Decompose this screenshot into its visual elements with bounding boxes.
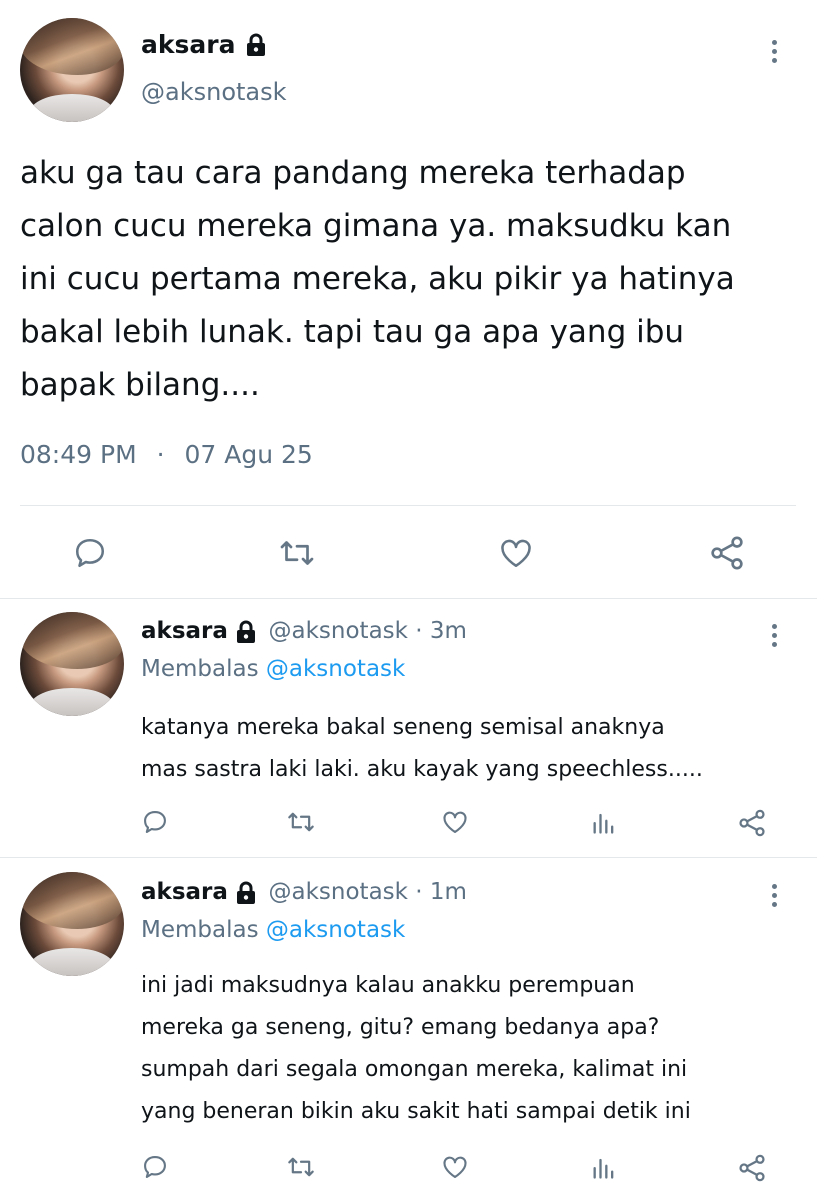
reply-text-line: sumpah dari segala omongan mereka, kalim… <box>141 1057 688 1082</box>
tweet-text: aku ga tau cara pandang mereka terhadap … <box>20 147 800 412</box>
tweet-text-line: calon cucu mereka gimana ya. maksudku ka… <box>20 208 732 244</box>
reply-text-line: mas sastra laki laki. aku kayak yang spe… <box>141 757 703 782</box>
replying-to-handle[interactable]: @aksnotask <box>266 917 405 943</box>
reply-text-line: ini jadi maksudnya kalau anakku perempua… <box>141 973 635 998</box>
avatar[interactable] <box>20 18 124 122</box>
more-vertical-icon[interactable] <box>772 40 778 67</box>
share-icon[interactable] <box>736 807 768 839</box>
reply-text-line: mereka ga seneng, gitu? emang bedanya ap… <box>141 1015 660 1040</box>
lock-icon <box>235 881 257 905</box>
reply-age[interactable]: 1m <box>430 879 467 905</box>
author-name[interactable]: aksara <box>141 30 235 59</box>
divider <box>0 598 817 599</box>
tweet-time[interactable]: 08:49 PM <box>20 440 137 469</box>
heart-icon[interactable] <box>440 1153 470 1181</box>
reply-text: ini jadi maksudnya kalau anakku perempua… <box>141 965 801 1133</box>
author-name[interactable]: aksara <box>141 879 228 905</box>
replying-prefix: Membalas <box>141 917 259 943</box>
author-handle[interactable]: @aksnotask <box>141 78 287 106</box>
avatar[interactable] <box>20 612 124 716</box>
heart-icon[interactable] <box>440 808 470 836</box>
author-name[interactable]: aksara <box>141 618 228 644</box>
retweet-icon[interactable] <box>285 1153 317 1181</box>
reply-icon[interactable] <box>141 808 169 836</box>
divider <box>20 505 796 506</box>
more-vertical-icon[interactable] <box>772 884 778 911</box>
reply-text: katanya mereka bakal seneng semisal anak… <box>141 707 801 791</box>
tweet-text-line: aku ga tau cara pandang mereka terhadap <box>20 155 686 191</box>
reply-icon[interactable] <box>72 535 108 571</box>
tweet-text-line: bapak bilang.... <box>20 367 260 403</box>
retweet-icon[interactable] <box>285 808 317 836</box>
reply-text-line: yang beneran bikin aku sakit hati sampai… <box>141 1099 691 1124</box>
share-icon[interactable] <box>707 533 747 573</box>
more-vertical-icon[interactable] <box>772 624 778 651</box>
divider <box>0 857 817 858</box>
share-icon[interactable] <box>736 1152 768 1184</box>
reply-text-line: katanya mereka bakal seneng semisal anak… <box>141 715 665 740</box>
replying-to-handle[interactable]: @aksnotask <box>266 656 405 682</box>
tweet-text-line: ini cucu pertama mereka, aku pikir ya ha… <box>20 261 735 297</box>
retweet-icon[interactable] <box>277 535 317 571</box>
author-handle[interactable]: @aksnotask <box>269 618 408 644</box>
reply-icon[interactable] <box>141 1153 169 1181</box>
replying-to: Membalas @aksnotask <box>141 656 405 682</box>
timestamp-row: 08:49 PM · 07 Agu 25 <box>20 440 313 469</box>
author-handle[interactable]: @aksnotask <box>269 879 408 905</box>
heart-icon[interactable] <box>497 535 535 571</box>
lock-icon <box>245 33 267 57</box>
replying-to: Membalas @aksnotask <box>141 917 405 943</box>
avatar[interactable] <box>20 872 124 976</box>
analytics-icon[interactable] <box>590 808 618 836</box>
tweet-date[interactable]: 07 Agu 25 <box>185 440 313 469</box>
tweet-text-line: bakal lebih lunak. tapi tau ga apa yang … <box>20 314 685 350</box>
dot-separator: · <box>415 879 423 905</box>
author-row: aksara <box>141 30 267 64</box>
reply-age[interactable]: 3m <box>430 618 467 644</box>
analytics-icon[interactable] <box>590 1153 618 1181</box>
replying-prefix: Membalas <box>141 656 259 682</box>
lock-icon <box>235 620 257 644</box>
dot-separator: · <box>156 440 165 469</box>
author-row: aksara @aksnotask · 3m <box>141 618 467 644</box>
dot-separator: · <box>415 618 423 644</box>
author-row: aksara @aksnotask · 1m <box>141 879 467 905</box>
